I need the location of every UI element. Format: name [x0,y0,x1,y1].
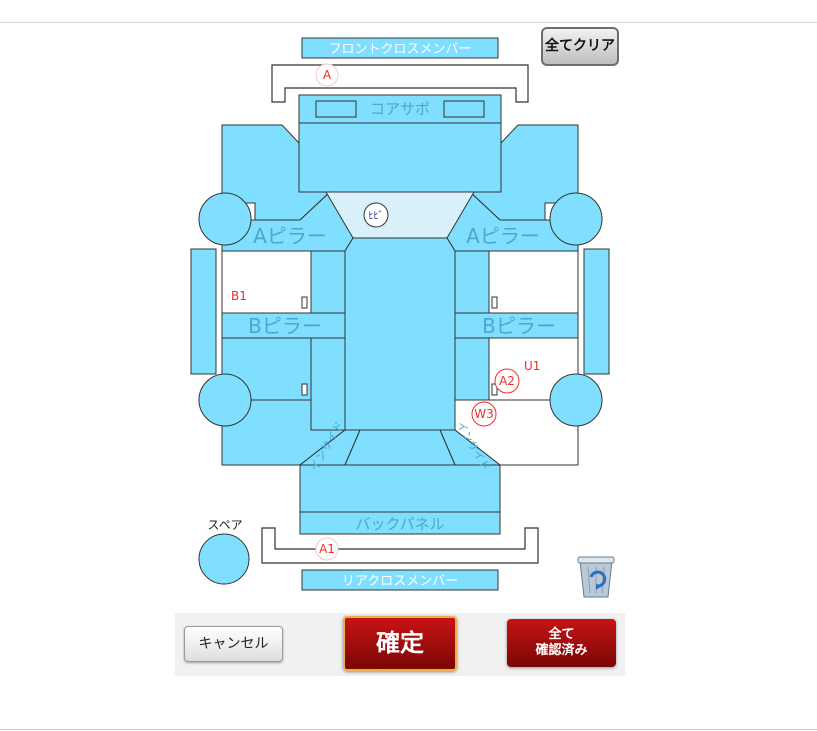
rocker-panel-left[interactable] [190,248,217,375]
rear-window[interactable] [344,429,456,466]
b-pillar-right-label: Bピラー [482,314,556,338]
a-pillar-right-label: Aピラー [466,224,540,248]
confirm-button[interactable]: 確定 [343,616,457,671]
back-panel-label: バックパネル [355,515,444,533]
clear-all-button[interactable]: 全てクリア [541,27,619,66]
front-door-right[interactable] [488,250,579,314]
roof[interactable] [344,237,456,431]
mark-w3[interactable]: W3 [474,407,494,421]
all-confirmed-button[interactable]: 全て 確認済み [507,619,616,667]
inside-sill-right-front[interactable] [454,250,490,314]
bottom-divider [0,729,817,730]
mark-a1[interactable]: A1 [319,542,335,556]
front-apron[interactable] [298,122,502,193]
core-support-label: コアサポ [370,100,430,118]
front-door-left[interactable] [221,250,312,314]
all-confirmed-line1: 全て [548,627,575,642]
a-pillar-left-label: Aピラー [253,224,327,248]
inside-sill-left-front[interactable] [310,250,346,314]
b-pillar-left-label: Bピラー [248,314,322,338]
rear-cross-member-label: リアクロスメンバー [342,574,458,589]
wheel-rear-right[interactable] [549,373,603,427]
mark-b1[interactable]: B1 [231,289,247,303]
wheel-rear-left[interactable] [198,373,252,427]
cancel-button[interactable]: キャンセル [184,626,283,662]
wheel-front-right[interactable] [549,192,603,246]
wheel-front-left[interactable] [198,192,252,246]
mark-a2[interactable]: A2 [499,374,515,388]
all-confirmed-line2: 確認済み [535,643,588,658]
mark-u1[interactable]: U1 [524,359,540,373]
spare-label: スペア [207,518,242,532]
spare-tire[interactable] [198,533,250,585]
front-cross-member-label: フロントクロスメンバー [328,42,471,57]
inside-sill-right-rear[interactable] [454,337,490,401]
inside-sill-left-rear[interactable] [310,337,346,431]
mark-hibi[interactable]: ﾋﾋﾞ [369,210,384,222]
mark-front-a[interactable]: A [323,68,332,82]
trunk-floor[interactable] [299,464,501,513]
rocker-panel-right[interactable] [583,248,610,375]
recycle-bin-icon[interactable] [577,556,615,598]
